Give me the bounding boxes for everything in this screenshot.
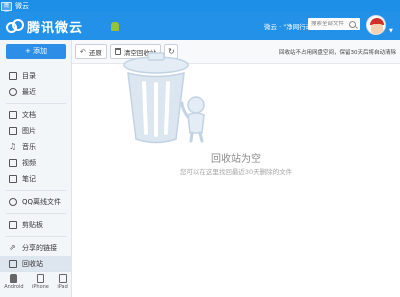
divider (6, 213, 66, 214)
platform-links (105, 21, 120, 31)
recycle-bin-icon (9, 260, 17, 268)
add-button[interactable]: + 添加 (6, 44, 66, 59)
sidebar-item-label: 音乐 (22, 143, 36, 151)
divider (6, 190, 66, 191)
window-title-bar: 微云 微云 (0, 0, 400, 16)
sidebar-item-label: 目录 (22, 72, 36, 80)
app-icon: 微云 (1, 1, 12, 16)
sidebar-item-clipboard[interactable]: 剪贴板 (0, 217, 72, 233)
qq-offline-icon (9, 198, 17, 206)
sidebar-item-documents[interactable]: 文档 (0, 107, 72, 123)
device-iphone[interactable]: iPhone (32, 274, 49, 290)
sidebar-item-label: 剪贴板 (22, 221, 43, 229)
search-icon[interactable] (349, 20, 356, 28)
ipad-icon (58, 274, 67, 283)
divider (6, 236, 66, 237)
device-android[interactable]: Android (4, 274, 24, 290)
sidebar-item-recent[interactable]: 最近 (0, 84, 72, 100)
restore-label: 还原 (88, 48, 102, 57)
sidebar-item-recycle-bin[interactable]: 回收站 (0, 256, 72, 272)
video-icon (9, 159, 17, 167)
sidebar-item-label: 分享的链接 (22, 244, 57, 252)
device-label: Android (4, 284, 24, 290)
cloud-logo-icon (6, 19, 24, 33)
sidebar-item-directory[interactable]: 目录 (0, 68, 72, 84)
sidebar-item-label: 文档 (22, 111, 36, 119)
search-input[interactable] (308, 21, 348, 27)
sidebar-item-label: 视频 (22, 159, 36, 167)
device-ipad[interactable]: iPad (57, 274, 68, 290)
sidebar-nav: 目录 最近 文档 图片 ♫ 音乐 视频 笔记 QQ离线文件 剪贴板 ⇗ 分享的链… (0, 68, 72, 272)
sidebar-item-label: 回收站 (22, 260, 43, 268)
app-header: 腾讯微云 微云 · "净网行动" 反馈 ▼ (0, 12, 400, 40)
sidebar-item-label: 图片 (22, 127, 36, 135)
sidebar-item-label: 最近 (22, 88, 36, 96)
window-title: 微云 (15, 2, 29, 10)
undo-icon: ↶ (80, 47, 86, 56)
clock-icon (9, 88, 17, 96)
sidebar-item-share-links[interactable]: ⇗ 分享的链接 (0, 240, 72, 256)
image-icon (9, 127, 17, 135)
device-bar: Android iPhone iPad (0, 271, 72, 297)
sidebar-item-video[interactable]: 视频 (0, 155, 72, 171)
device-label: iPhone (32, 284, 49, 290)
directory-icon (9, 72, 17, 80)
empty-recycle-bin-illustration (114, 47, 214, 147)
empty-state-subtitle: 您可以在这里找回最近30天删除的文件 (179, 168, 293, 176)
empty-state-title: 回收站为空 (211, 154, 261, 165)
logo: 腾讯微云 (6, 17, 83, 36)
document-icon (9, 111, 17, 119)
sidebar-item-notes[interactable]: 笔记 (0, 171, 72, 187)
android-icon[interactable] (111, 21, 120, 31)
note-icon (9, 175, 17, 183)
clipboard-icon (9, 221, 17, 229)
sidebar-item-qq-offline[interactable]: QQ离线文件 (0, 194, 72, 210)
share-link-icon: ⇗ (9, 243, 16, 252)
retention-notice: 回收站不占用网盘空间，保留30天后将自动清除 (278, 49, 396, 56)
sidebar: + 添加 目录 最近 文档 图片 ♫ 音乐 视频 笔记 QQ离线文件 剪贴板 ⇗… (0, 40, 72, 297)
sidebar-item-label: QQ离线文件 (22, 198, 62, 206)
sidebar-item-label: 笔记 (22, 175, 36, 183)
iphone-icon (36, 274, 44, 283)
device-label: iPad (57, 284, 68, 290)
sidebar-item-music[interactable]: ♫ 音乐 (0, 139, 72, 155)
restore-button[interactable]: ↶ 还原 (75, 44, 107, 59)
sidebar-item-images[interactable]: 图片 (0, 123, 72, 139)
avatar[interactable] (366, 15, 386, 35)
chevron-down-icon[interactable]: ▼ (389, 28, 393, 34)
music-icon: ♫ (9, 142, 17, 151)
logo-text: 腾讯微云 (27, 20, 84, 36)
divider (6, 103, 66, 104)
android-icon (10, 274, 18, 283)
recycle-bin-illustration-icon (123, 52, 205, 144)
search-box[interactable] (308, 18, 360, 30)
